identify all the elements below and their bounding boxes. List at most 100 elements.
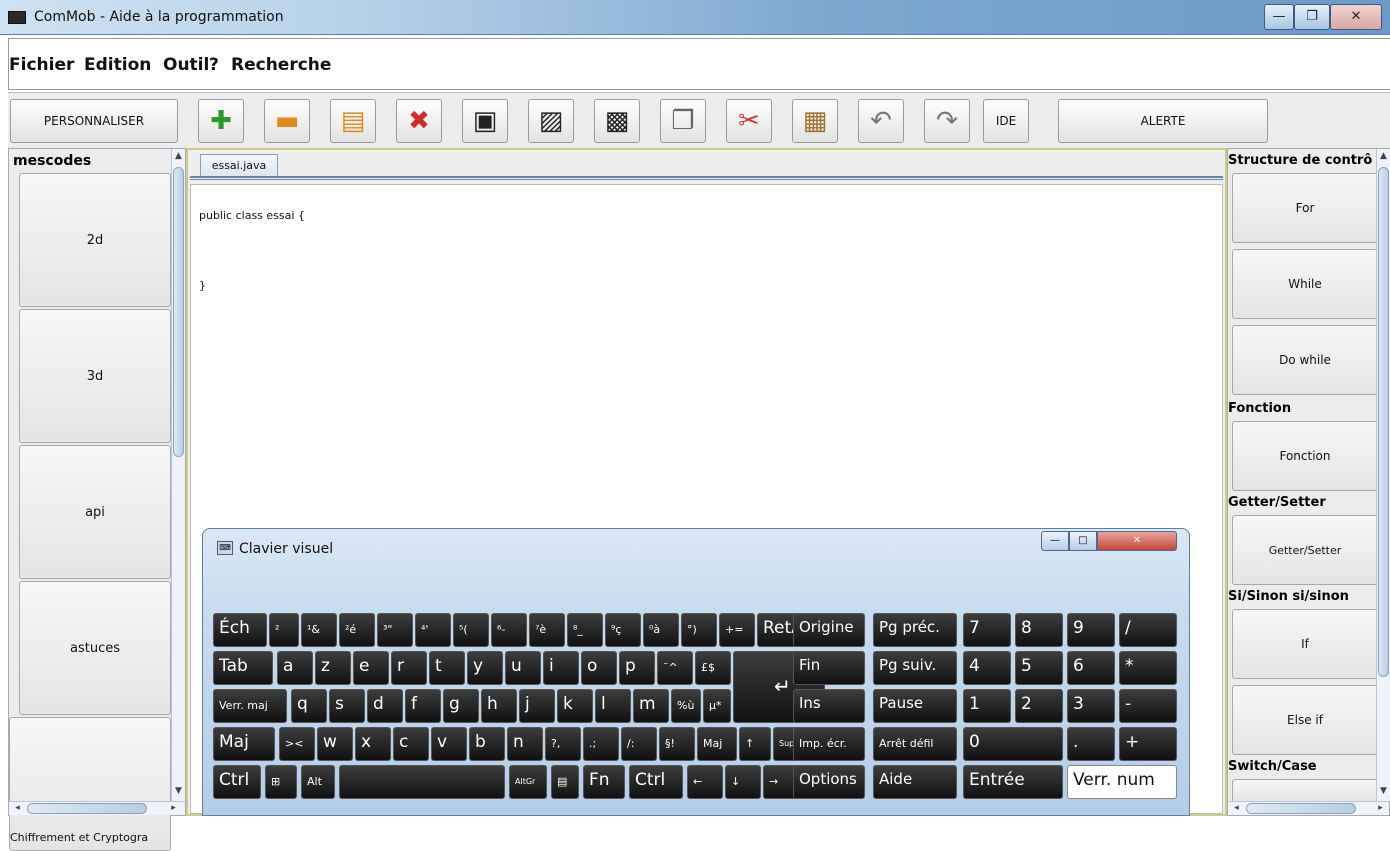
key-arrow-up[interactable]: ↑ xyxy=(739,727,771,761)
key[interactable]: b xyxy=(469,727,505,761)
key[interactable]: h xyxy=(481,689,517,723)
key[interactable]: t xyxy=(429,651,465,685)
open-multiple-icon[interactable]: ▤ xyxy=(330,99,376,143)
key[interactable]: §! xyxy=(659,727,695,761)
windows-icon[interactable]: ⊞ xyxy=(265,765,297,799)
key-pause[interactable]: Pause xyxy=(873,689,957,723)
key[interactable]: y xyxy=(467,651,503,685)
keyboard-minimize-button[interactable]: — xyxy=(1041,531,1069,551)
key-home[interactable]: Origine xyxy=(793,613,865,647)
snippet-2d[interactable]: 2d xyxy=(19,173,171,307)
key-shift-right[interactable]: Maj xyxy=(697,727,737,761)
scroll-thumb[interactable] xyxy=(1378,167,1389,677)
key-space[interactable] xyxy=(339,765,505,799)
snippet-api[interactable]: api xyxy=(19,445,171,579)
key-shift[interactable]: Maj xyxy=(213,727,275,761)
key[interactable]: ²é xyxy=(339,613,375,647)
fonction-button[interactable]: Fonction xyxy=(1232,421,1378,491)
right-scrollbar[interactable]: ▲ ▼ xyxy=(1376,149,1390,801)
key[interactable]: %ù xyxy=(671,689,701,723)
scroll-left-icon[interactable]: ◂ xyxy=(1230,802,1243,815)
numpad-multiply[interactable]: * xyxy=(1119,651,1177,685)
undo-icon[interactable]: ↶ xyxy=(858,99,904,143)
if-button[interactable]: If xyxy=(1232,609,1378,679)
key[interactable]: Éch xyxy=(213,613,267,647)
key[interactable]: o xyxy=(581,651,617,685)
numpad-8[interactable]: 8 xyxy=(1015,613,1063,647)
key[interactable]: m xyxy=(633,689,669,723)
key[interactable]: j xyxy=(519,689,555,723)
left-scrollbar[interactable]: ▲ ▼ xyxy=(171,149,185,801)
key[interactable]: p xyxy=(619,651,655,685)
key-page-up[interactable]: Pg préc. xyxy=(873,613,957,647)
hscroll-thumb[interactable] xyxy=(1246,803,1356,814)
menu-key-icon[interactable]: ▤ xyxy=(551,765,579,799)
numpad-5[interactable]: 5 xyxy=(1015,651,1063,685)
numpad-4[interactable]: 4 xyxy=(963,651,1011,685)
numpad-enter[interactable]: Entrée xyxy=(963,765,1063,799)
snippet-3d[interactable]: 3d xyxy=(19,309,171,443)
save-as-icon[interactable]: ▨ xyxy=(528,99,574,143)
key[interactable]: u xyxy=(505,651,541,685)
key-capslock[interactable]: Verr. maj xyxy=(213,689,287,723)
do-while-button[interactable]: Do while xyxy=(1232,325,1378,395)
menu-recherche[interactable]: Recherche xyxy=(231,55,331,75)
for-button[interactable]: For xyxy=(1232,173,1378,243)
key[interactable]: µ* xyxy=(703,689,731,723)
key[interactable]: ?, xyxy=(545,727,581,761)
key[interactable]: .; xyxy=(583,727,619,761)
key[interactable]: ² xyxy=(269,613,299,647)
alerte-button[interactable]: ALERTE xyxy=(1058,99,1268,143)
numpad-plus[interactable]: + xyxy=(1119,727,1177,761)
snippet-astuces[interactable]: astuces xyxy=(19,581,171,715)
while-button[interactable]: While xyxy=(1232,249,1378,319)
key[interactable]: z xyxy=(315,651,351,685)
key-tab[interactable]: Tab xyxy=(213,651,273,685)
key-print-screen[interactable]: Imp. écr. xyxy=(793,727,865,761)
numpad-6[interactable]: 6 xyxy=(1067,651,1115,685)
key-altgr[interactable]: AltGr xyxy=(509,765,547,799)
key[interactable]: g xyxy=(443,689,479,723)
numpad-7[interactable]: 7 xyxy=(963,613,1011,647)
else-if-button[interactable]: Else if xyxy=(1232,685,1378,755)
key-alt[interactable]: Alt xyxy=(301,765,335,799)
save-all-icon[interactable]: ▩ xyxy=(594,99,640,143)
key[interactable]: i xyxy=(543,651,579,685)
key[interactable]: °) xyxy=(681,613,717,647)
key[interactable]: ⁴' xyxy=(415,613,451,647)
keyboard-close-button[interactable]: ✕ xyxy=(1097,531,1177,551)
key[interactable]: ⁶- xyxy=(491,613,527,647)
key[interactable]: ⁹ç xyxy=(605,613,641,647)
key[interactable]: £$ xyxy=(695,651,731,685)
getter-setter-button[interactable]: Getter/Setter xyxy=(1232,515,1378,585)
key[interactable]: l xyxy=(595,689,631,723)
menu-help[interactable]: ? xyxy=(209,55,219,75)
menu-fichier[interactable]: Fichier xyxy=(9,55,74,75)
key[interactable]: n xyxy=(507,727,543,761)
numpad-9[interactable]: 9 xyxy=(1067,613,1115,647)
numpad-decimal[interactable]: . xyxy=(1067,727,1115,761)
key[interactable]: c xyxy=(393,727,429,761)
key-fn[interactable]: Fn xyxy=(583,765,625,799)
key[interactable]: ⁸_ xyxy=(567,613,603,647)
key-aide[interactable]: Aide xyxy=(873,765,957,799)
key[interactable]: x xyxy=(355,727,391,761)
minimize-button[interactable]: — xyxy=(1264,4,1294,30)
key-arrow-left[interactable]: ← xyxy=(687,765,723,799)
scroll-right-icon[interactable]: ▸ xyxy=(1374,802,1387,815)
save-icon[interactable]: ▣ xyxy=(462,99,508,143)
tab-essai-java[interactable]: essai.java xyxy=(200,154,278,176)
left-hscrollbar[interactable]: ◂ ▸ xyxy=(9,801,185,815)
redo-icon[interactable]: ↷ xyxy=(924,99,970,143)
paste-icon[interactable]: ▦ xyxy=(792,99,838,143)
key[interactable]: ⁵( xyxy=(453,613,489,647)
key[interactable]: ¨^ xyxy=(657,651,693,685)
key[interactable]: /: xyxy=(621,727,657,761)
key-arrow-down[interactable]: ↓ xyxy=(725,765,761,799)
scroll-right-icon[interactable]: ▸ xyxy=(167,802,180,815)
key[interactable]: ⁰à xyxy=(643,613,679,647)
key[interactable]: d xyxy=(367,689,403,723)
numpad-3[interactable]: 3 xyxy=(1067,689,1115,723)
open-folder-icon[interactable]: ▬ xyxy=(264,99,310,143)
key[interactable]: e xyxy=(353,651,389,685)
